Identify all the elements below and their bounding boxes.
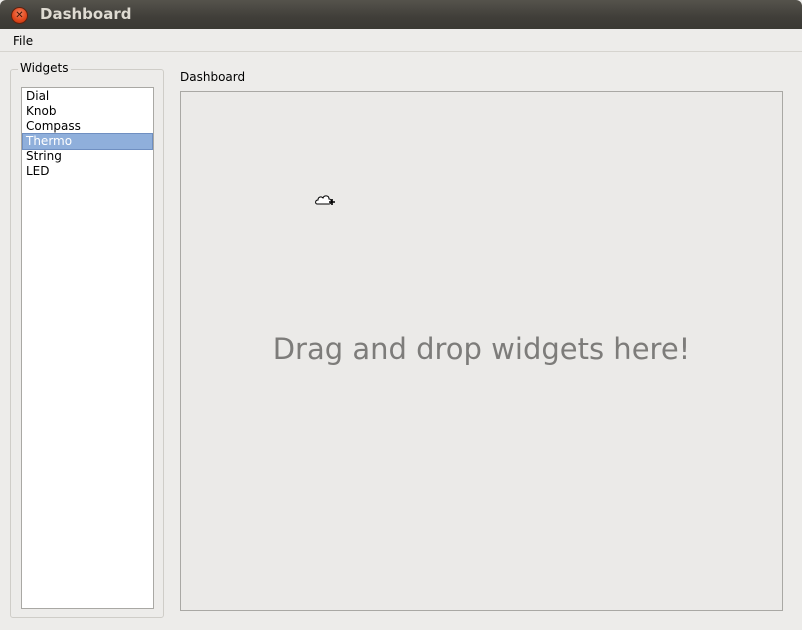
dashboard-drop-area[interactable]: Drag and drop widgets here! bbox=[180, 91, 783, 611]
list-item-dial[interactable]: Dial bbox=[23, 89, 152, 104]
close-button[interactable]: ✕ bbox=[11, 7, 28, 24]
window-title: Dashboard bbox=[40, 5, 132, 23]
drop-hint-text: Drag and drop widgets here! bbox=[272, 332, 691, 366]
list-item-string[interactable]: String bbox=[23, 149, 152, 164]
list-item-led[interactable]: LED bbox=[23, 164, 152, 179]
widget-list[interactable]: Dial Knob Compass Thermo String LED bbox=[21, 87, 154, 609]
list-item-thermo[interactable]: Thermo bbox=[22, 133, 153, 150]
dashboard-label: Dashboard bbox=[180, 70, 246, 84]
list-item-knob[interactable]: Knob bbox=[23, 104, 152, 119]
drag-cursor-icon bbox=[315, 195, 335, 205]
widgets-group-title: Widgets bbox=[18, 61, 71, 75]
menu-file[interactable]: File bbox=[13, 34, 33, 48]
title-bar: ✕ Dashboard bbox=[0, 0, 802, 29]
close-icon: ✕ bbox=[15, 9, 24, 21]
menu-bar: File bbox=[0, 29, 802, 52]
list-item-compass[interactable]: Compass bbox=[23, 119, 152, 134]
